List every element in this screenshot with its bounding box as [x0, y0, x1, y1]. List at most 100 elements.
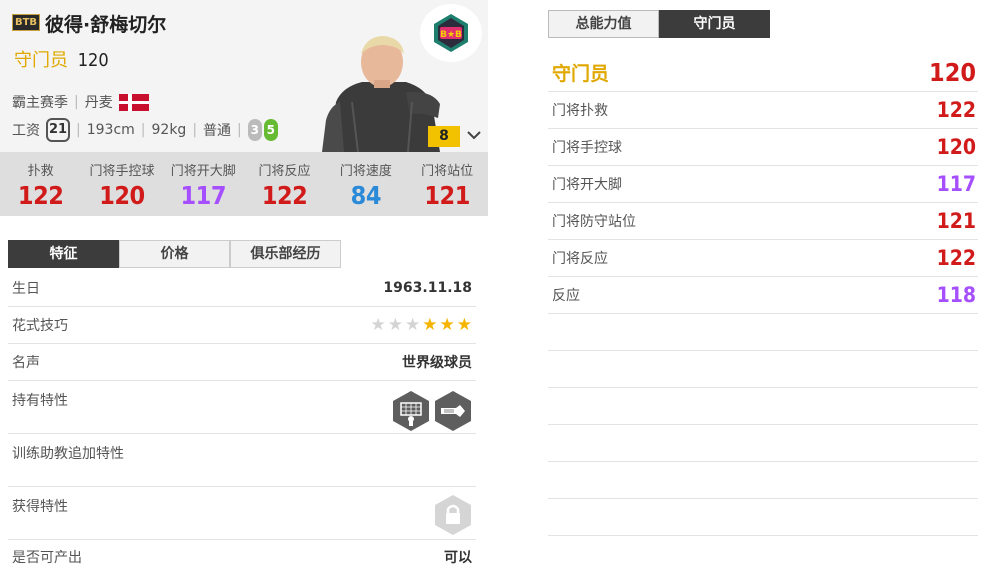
stat-diving: 扑救 122: [0, 152, 81, 216]
star-empty-icon: ★: [405, 315, 421, 335]
table-row: 是否可产出 可以: [8, 540, 476, 569]
table-row: 生日 1963.11.18: [8, 270, 476, 307]
attribute-label: 反应: [552, 288, 580, 304]
coach-traits-label: 训练助教追加特性: [12, 446, 124, 462]
attribute-value: 122: [936, 98, 976, 122]
season-nation-line: 霸主赛季 | 丹麦: [12, 92, 149, 112]
physical-line: 工资 21 | 193cm | 92kg | 普通 | 3 5: [12, 118, 278, 142]
svg-text:B★B: B★B: [440, 30, 462, 40]
acquired-traits-label: 获得特性: [12, 499, 68, 515]
attribute-group-value: 120: [929, 58, 976, 87]
attribute-value: 118: [936, 283, 976, 307]
attribute-row: 门将开大脚 117: [548, 166, 978, 203]
season-badge: BTB: [12, 14, 40, 31]
table-row: 持有特性: [8, 381, 476, 434]
player-info-table: 生日 1963.11.18 花式技巧 ★ ★ ★ ★ ★ ★ 名声 世界级球员 …: [8, 270, 476, 569]
skill-moves-label: 花式技巧: [12, 318, 68, 334]
star-filled-icon: ★: [439, 315, 455, 335]
attribute-label: 门将防守站位: [552, 214, 636, 230]
table-row: 训练助教追加特性: [8, 434, 476, 487]
empty-row: [548, 462, 978, 499]
club-logo-icon: B★B: [420, 4, 482, 62]
attribute-value: 120: [936, 135, 976, 159]
goalkeeper-attribute-table: 守门员 120 门将扑救 122 门将手控球 120 门将开大脚 117 门将防…: [548, 54, 978, 569]
stat-value: 84: [350, 181, 382, 210]
stat-label: 门将反应: [258, 164, 311, 179]
overall-rating: 120: [77, 50, 109, 71]
attribute-row: 门将扑救 122: [548, 92, 978, 129]
attribute-label: 门将手控球: [552, 140, 622, 156]
player-header: BTB 彼得·舒梅切尔 守门员 120 霸主赛季 | 丹麦 工资 21 | 19…: [0, 0, 488, 152]
tab-overall-ability[interactable]: 总能力值: [548, 10, 659, 38]
weak-foot-icon: 3: [247, 119, 262, 141]
stat-label: 门将站位: [421, 164, 474, 179]
attribute-label: 门将开大脚: [552, 177, 622, 193]
fame-label: 名声: [12, 355, 40, 371]
stat-value: 117: [180, 181, 227, 210]
skill-stars: ★ ★ ★ ★ ★ ★: [371, 315, 473, 335]
enhance-level-badge: 8: [428, 126, 460, 147]
star-empty-icon: ★: [370, 315, 386, 335]
stat-value: 122: [17, 181, 64, 210]
stat-label: 扑救: [27, 164, 54, 179]
strong-foot-icon: 5: [263, 119, 278, 141]
stat-value: 120: [99, 181, 145, 210]
fame-value: 世界级球员: [402, 355, 472, 371]
attribute-value: 117: [936, 172, 976, 196]
stat-value: 122: [261, 181, 308, 210]
stat-label: 门将开大脚: [170, 164, 236, 179]
goalkeeper-trait-icon[interactable]: [392, 390, 430, 432]
player-name: 彼得·舒梅切尔: [45, 14, 167, 36]
position-overall: 守门员 120: [14, 46, 109, 72]
empty-row: [548, 499, 978, 536]
tab-club-history[interactable]: 俱乐部经历: [230, 240, 341, 268]
stat-value: 121: [424, 181, 470, 210]
stat-label: 门将手控球: [89, 164, 155, 179]
birthday-label: 生日: [12, 281, 40, 297]
attribute-value: 122: [936, 246, 976, 270]
season-label: 霸主赛季: [12, 95, 68, 111]
attribute-row: 门将防守站位 121: [548, 203, 978, 240]
table-row: 花式技巧 ★ ★ ★ ★ ★ ★: [8, 307, 476, 344]
empty-row: [548, 388, 978, 425]
birthday-value: 1963.11.18: [383, 280, 472, 296]
nation-label: 丹麦: [84, 95, 113, 111]
body-type: 普通: [203, 123, 232, 139]
attribute-label: 门将扑救: [552, 103, 608, 119]
producible-value: 可以: [444, 549, 472, 566]
attribute-row: 反应 118: [548, 277, 978, 314]
attribute-group-label: 守门员: [552, 63, 610, 85]
attribute-header-row: 守门员 120: [548, 54, 978, 92]
table-row: 获得特性: [8, 487, 476, 540]
star-filled-icon: ★: [422, 315, 438, 335]
attribute-row: 门将手控球 120: [548, 129, 978, 166]
stat-handling: 门将手控球 120: [81, 152, 162, 216]
wage-label: 工资: [12, 123, 40, 139]
attribute-tabs: 总能力值 守门员: [548, 10, 770, 38]
star-empty-icon: ★: [387, 315, 403, 335]
empty-row: [548, 536, 978, 569]
trait-icons: [392, 390, 472, 432]
key-stats-bar: 扑救 122 门将手控球 120 门将开大脚 117 门将反应 122 门将速度…: [0, 152, 488, 216]
tab-goalkeeper[interactable]: 守门员: [659, 10, 770, 38]
chevron-down-icon[interactable]: [464, 124, 484, 146]
stat-speed: 门将速度 84: [325, 152, 406, 216]
producible-label: 是否可产出: [12, 549, 82, 566]
empty-row: [548, 351, 978, 388]
tab-traits[interactable]: 特征: [8, 240, 119, 268]
attribute-row: 门将反应 122: [548, 240, 978, 277]
stat-positioning: 门将站位 121: [406, 152, 487, 216]
empty-row: [548, 314, 978, 351]
star-filled-icon: ★: [456, 315, 472, 335]
height: 193cm: [86, 122, 135, 138]
lock-icon: [435, 495, 471, 535]
long-throw-trait-icon[interactable]: [434, 390, 472, 432]
tab-price[interactable]: 价格: [119, 240, 230, 268]
attribute-label: 门将反应: [552, 251, 608, 267]
stat-reflexes: 门将反应 122: [244, 152, 325, 216]
traits-label: 持有特性: [12, 393, 68, 409]
info-tabs: 特征 价格 俱乐部经历: [8, 240, 341, 268]
empty-row: [548, 425, 978, 462]
stat-kicking: 门将开大脚 117: [163, 152, 244, 216]
denmark-flag-icon: [118, 93, 149, 111]
